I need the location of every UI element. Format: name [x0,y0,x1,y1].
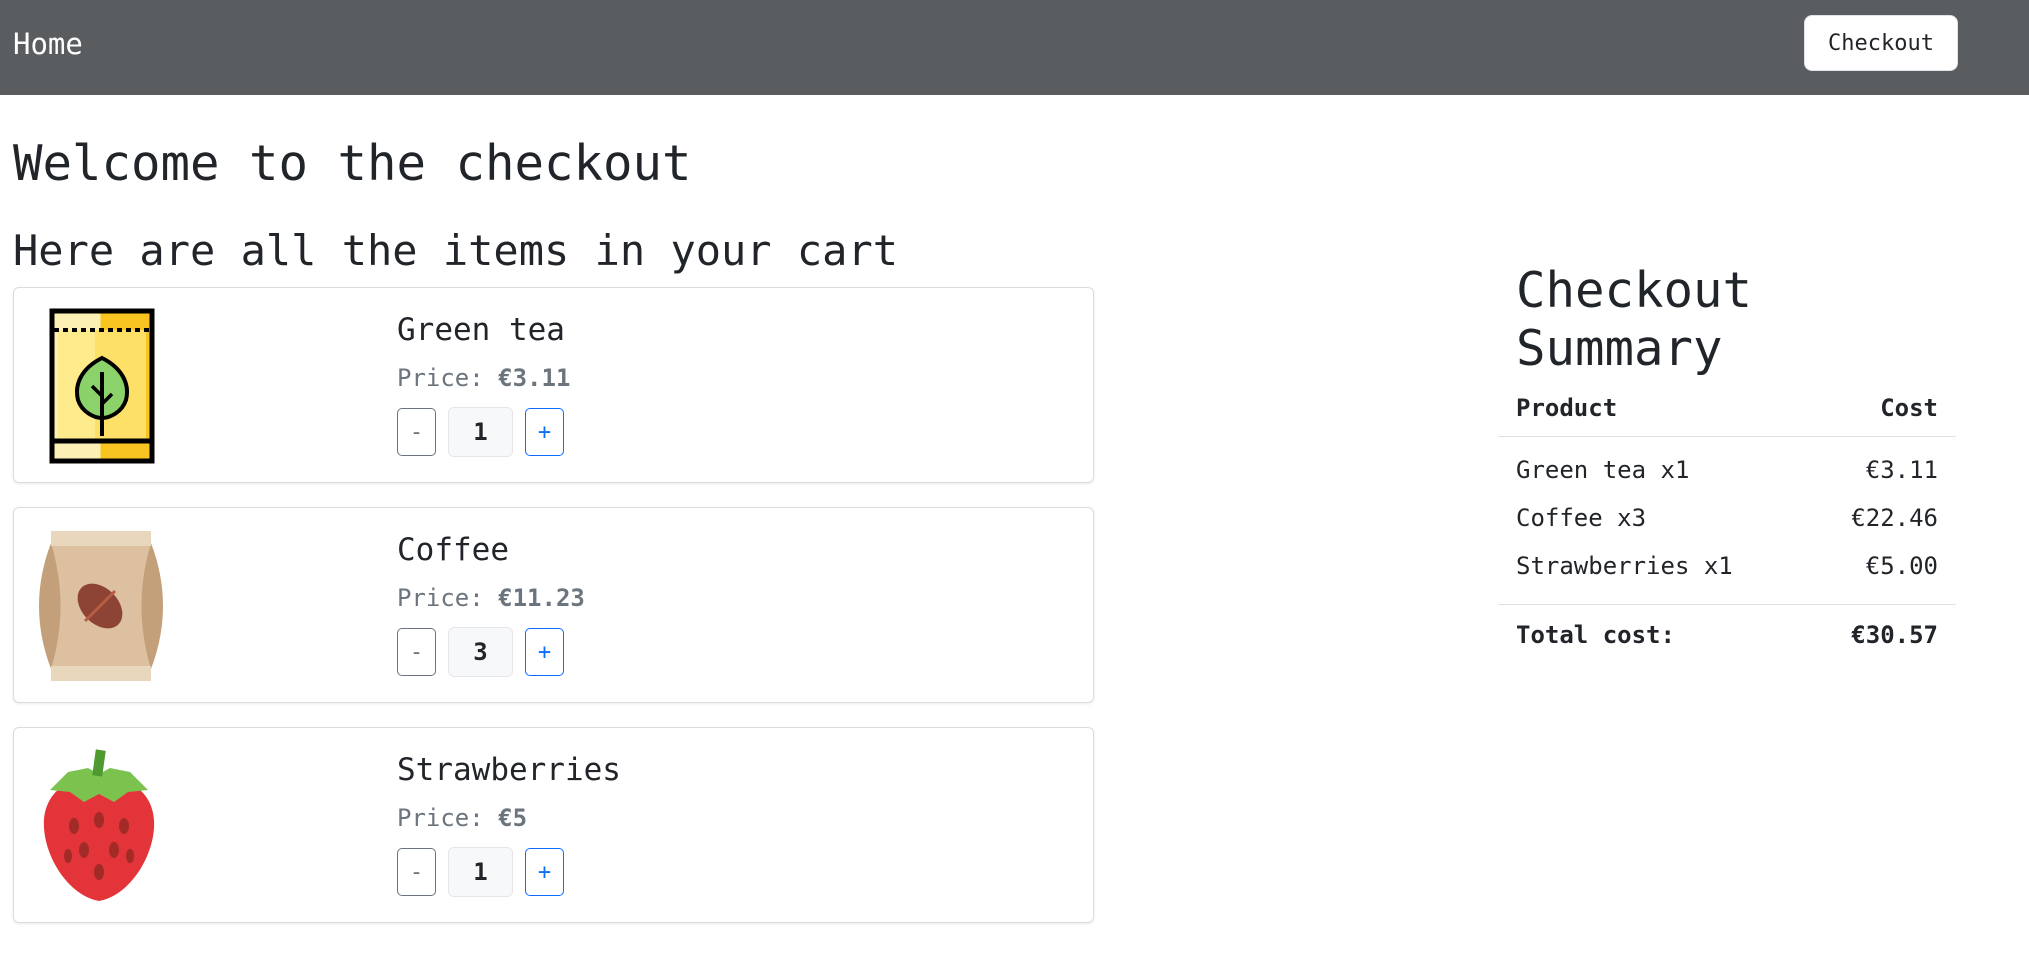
total-cost-label: Total cost: [1498,603,1807,666]
cost-column-header: Cost [1806,380,1956,437]
summary-row: Green tea x1 €3.11 [1498,436,1956,494]
summary-product: Coffee x3 [1516,504,1647,532]
strawberry-icon [24,746,174,906]
quantity-stepper: - + [397,407,564,457]
increase-quantity-button[interactable]: + [525,408,564,456]
checkout-button[interactable]: Checkout [1804,15,1958,71]
quantity-stepper: - + [397,847,564,897]
summary-cost: €5.00 [1865,551,1938,580]
summary-table: Product Cost Green tea x1 €3.11 Coffee x… [1498,380,1956,666]
item-price-value: €5 [498,804,528,832]
total-cost-value: €30.57 [1806,603,1956,666]
decrease-quantity-button[interactable]: - [397,408,436,456]
summary-cost: €22.46 [1851,504,1938,532]
quantity-field[interactable] [448,847,513,897]
quantity-field[interactable] [448,627,513,677]
cart-heading: Here are all the items in your cart [13,226,899,275]
summary-total-row: Total cost: €30.57 [1498,603,1956,666]
cart-item-card: Coffee Price: €11.23 - + [13,507,1094,703]
quantity-stepper: - + [397,627,564,677]
increase-quantity-button[interactable]: + [525,628,564,676]
home-link[interactable]: Home [13,27,83,61]
summary-row: Coffee x3 €22.46 [1498,494,1956,542]
decrease-quantity-button[interactable]: - [397,628,436,676]
cart-item-card: Strawberries Price: €5 - + [13,727,1094,923]
summary-cost: €3.11 [1865,456,1938,485]
item-name: Strawberries [397,752,621,788]
item-price-value: €3.11 [498,364,571,392]
product-column-header: Product [1498,380,1807,437]
item-price-value: €11.23 [498,584,585,612]
summary-product: Green tea x1 [1516,456,1690,485]
top-navbar: Home Checkout [0,0,2029,95]
green-tea-package-icon [24,306,174,466]
increase-quantity-button[interactable]: + [525,848,564,896]
summary-product: Strawberries x1 [1516,551,1733,580]
quantity-field[interactable] [448,407,513,457]
item-name: Green tea [397,312,565,348]
coffee-bag-icon [24,526,174,686]
summary-header-row: Product Cost [1498,380,1956,437]
decrease-quantity-button[interactable]: - [397,848,436,896]
summary-title: Checkout Summary [1516,262,1753,377]
item-price: Price: €11.23 [397,584,585,612]
page-title: Welcome to the checkout [13,135,692,192]
item-price: Price: €5 [397,804,528,832]
cart-item-card: Green tea Price: €3.11 - + [13,287,1094,483]
item-name: Coffee [397,532,509,568]
summary-row: Strawberries x1 €5.00 [1498,542,1956,604]
item-price: Price: €3.11 [397,364,571,392]
